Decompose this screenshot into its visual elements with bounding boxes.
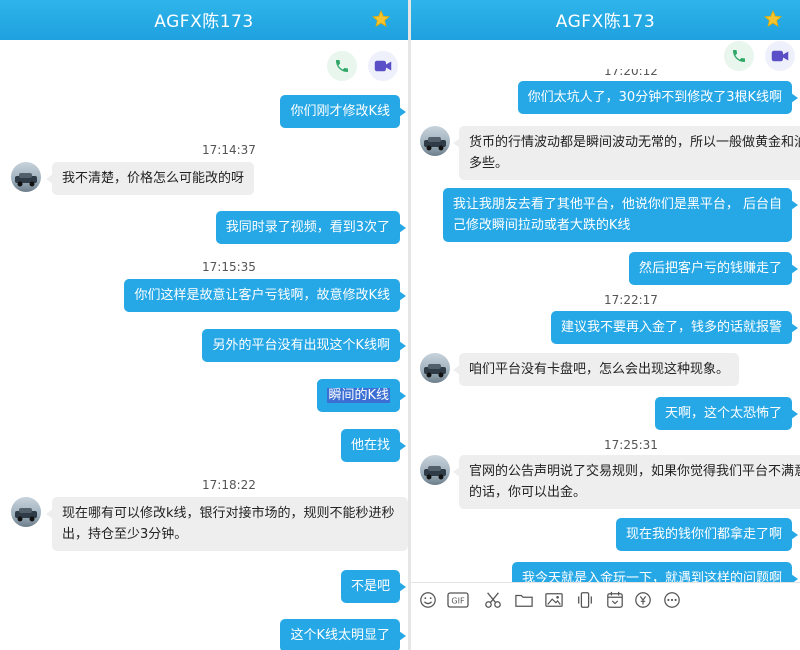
message-outgoing[interactable]: 天啊，这个太恐怖了 (654, 397, 799, 430)
phone-icon (336, 60, 348, 72)
car-avatar-image (424, 466, 446, 480)
timestamp: 17:20:12 (604, 64, 658, 78)
red-packet-icon[interactable] (632, 589, 654, 611)
left-chat-window: AGFX陈173 你们刚才修改K线 17:14:37 我不清楚，价格怎么可能改的… (0, 0, 408, 650)
voice-call-button[interactable] (327, 51, 357, 81)
message-incoming[interactable]: 官网的公告声明说了交易规则，如果你觉得我们平台不满意 的话，你可以出金。 (453, 455, 800, 509)
screenshot-composite: AGFX陈173 你们刚才修改K线 17:14:37 我不清楚，价格怎么可能改的… (0, 0, 800, 650)
message-outgoing[interactable]: 你们太坑人了，30分钟不到修改了3根K线啊 (517, 81, 799, 114)
car-avatar-image (424, 137, 446, 151)
message-outgoing[interactable]: 你们刚才修改K线 (280, 95, 406, 128)
star-icon[interactable] (764, 10, 782, 28)
timestamp: 17:14:37 (202, 143, 256, 157)
shake-icon[interactable] (574, 589, 596, 611)
message-incoming[interactable]: 咱们平台没有卡盘吧，怎么会出现这种现象。 (452, 353, 740, 386)
phone-icon (733, 50, 745, 62)
chat-title: AGFX陈173 (154, 12, 254, 32)
car-avatar-image (15, 508, 37, 522)
selected-text: 瞬间的K线 (327, 388, 390, 403)
input-toolbar: GIF (411, 582, 800, 650)
car-avatar-image (424, 364, 446, 378)
calendar-icon[interactable] (604, 589, 626, 611)
message-outgoing[interactable]: 他在找 (340, 429, 407, 462)
timestamp: 17:18:22 (202, 478, 256, 492)
timestamp: 17:22:17 (604, 293, 658, 307)
video-call-button[interactable] (765, 41, 795, 71)
message-outgoing[interactable]: 不是吧 (340, 570, 407, 603)
image-icon[interactable] (543, 589, 565, 611)
message-incoming[interactable]: 现在哪有可以修改k线，银行对接市场的，规则不能秒进秒 出，持仓至少3分钟。 (46, 497, 408, 551)
message-outgoing[interactable]: 我同时录了视频，看到3次了 (215, 211, 407, 244)
timestamp: 17:15:35 (202, 260, 256, 274)
message-outgoing[interactable]: 你们这样是故意让客户亏钱啊，故意修改K线 (124, 279, 406, 312)
message-outgoing[interactable]: 然后把客户亏的钱赚走了 (628, 252, 799, 285)
scissors-icon[interactable] (482, 589, 504, 611)
svg-text:GIF: GIF (451, 597, 465, 606)
star-icon[interactable] (372, 10, 390, 28)
right-chat-window: AGFX陈173 17:20:12 你们太坑人了，30分钟不到修改了3根K线啊 (411, 0, 800, 650)
gif-icon[interactable]: GIF (446, 589, 470, 611)
chat-header: AGFX陈173 (0, 0, 408, 40)
message-outgoing[interactable]: 建议我不要再入金了，钱多的话就报警 (550, 311, 799, 344)
chat-title: AGFX陈173 (555, 12, 656, 32)
contact-avatar[interactable] (11, 162, 41, 192)
contact-avatar[interactable] (420, 455, 450, 485)
timestamp: 17:25:31 (604, 438, 658, 452)
message-outgoing[interactable]: 现在我的钱你们都拿走了啊 (615, 518, 799, 551)
message-outgoing[interactable]: 我让我朋友去看了其他平台，他说你们是黑平台， 后台自 己修改瞬间拉动或者大跌的K… (442, 188, 799, 242)
message-incoming[interactable]: 货币的行情波动都是瞬间波动无常的，所以一般做黄金和油 多些。 (453, 126, 800, 180)
video-icon (374, 60, 392, 72)
voice-call-button[interactable] (724, 41, 754, 71)
message-incoming[interactable]: 我不清楚，价格怎么可能改的呀 (45, 162, 255, 195)
car-avatar-image (15, 173, 37, 187)
contact-avatar[interactable] (11, 497, 41, 527)
message-outgoing[interactable]: 这个K线太明显了 (280, 619, 406, 650)
folder-icon[interactable] (513, 589, 535, 611)
message-outgoing[interactable]: 瞬间的K线 (317, 379, 406, 412)
video-call-button[interactable] (368, 51, 398, 81)
message-outgoing[interactable]: 另外的平台没有出现这个K线啊 (202, 329, 406, 362)
contact-avatar[interactable] (420, 353, 450, 383)
video-icon (771, 50, 789, 62)
chat-header: AGFX陈173 (411, 0, 800, 40)
contact-avatar[interactable] (420, 126, 450, 156)
more-icon[interactable] (661, 589, 683, 611)
emoji-icon[interactable] (417, 589, 439, 611)
